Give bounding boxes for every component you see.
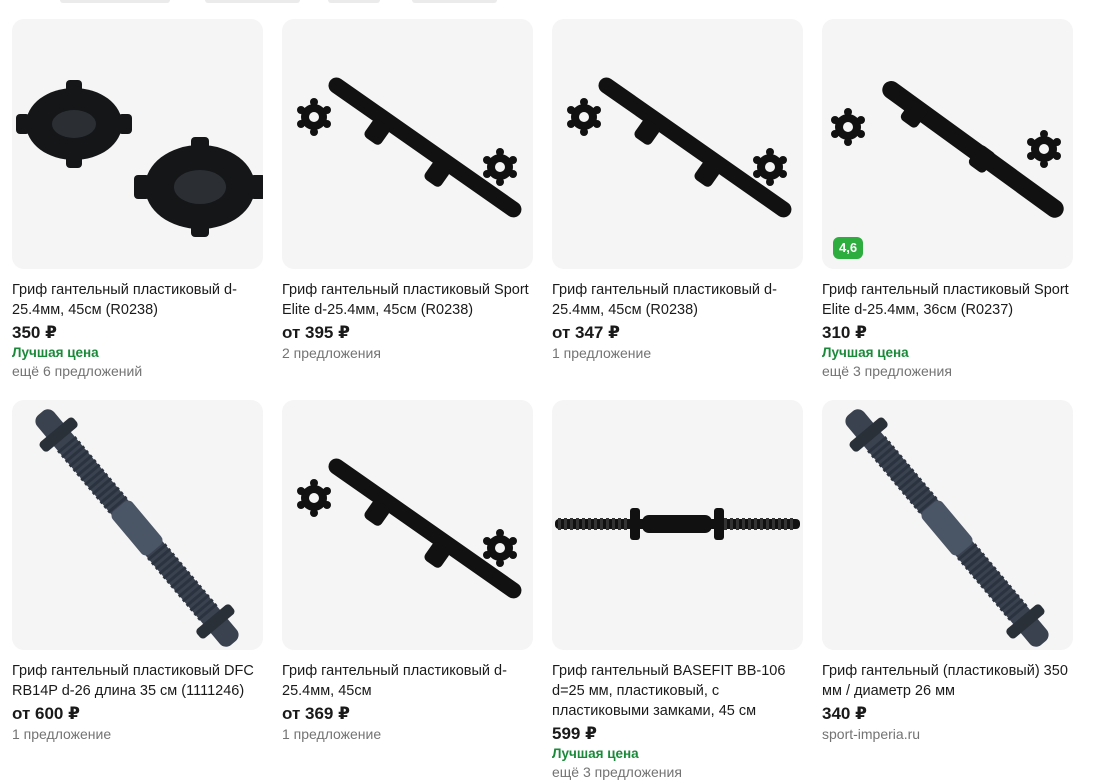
product-card[interactable]: 4,6 Гриф гантельный пластиковый Sport Eli… bbox=[822, 19, 1073, 381]
product-price: 599 ₽ bbox=[552, 724, 597, 743]
product-price: от 395 ₽ bbox=[282, 323, 350, 342]
product-image[interactable] bbox=[12, 400, 263, 650]
product-card[interactable]: Гриф гантельный (пластиковый) 350 мм / д… bbox=[822, 400, 1073, 744]
product-price: от 600 ₽ bbox=[12, 704, 80, 723]
product-price: от 369 ₽ bbox=[282, 704, 350, 723]
product-image[interactable] bbox=[822, 400, 1073, 650]
product-image[interactable] bbox=[282, 19, 533, 269]
offers-link[interactable]: 1 предложение bbox=[282, 725, 533, 744]
product-card[interactable]: Гриф гантельный пластиковый d-25.4мм, 45… bbox=[12, 19, 263, 381]
product-image[interactable] bbox=[12, 19, 263, 269]
product-price: 350 ₽ bbox=[12, 323, 57, 342]
offers-link[interactable]: sport-imperia.ru bbox=[822, 725, 1073, 744]
offers-link[interactable]: 1 предложение bbox=[552, 344, 803, 363]
product-card[interactable]: Гриф гантельный пластиковый d-25.4мм, 45… bbox=[552, 19, 803, 363]
best-price-label: Лучшая цена bbox=[822, 345, 909, 360]
offers-link[interactable]: 2 предложения bbox=[282, 344, 533, 363]
product-image[interactable] bbox=[552, 400, 803, 650]
product-image[interactable]: 4,6 bbox=[822, 19, 1073, 269]
product-title[interactable]: Гриф гантельный BASEFIT BB-106 d=25 мм, … bbox=[552, 661, 803, 721]
product-price: 340 ₽ bbox=[822, 704, 867, 723]
best-price-label: Лучшая цена bbox=[552, 746, 639, 761]
product-title[interactable]: Гриф гантельный пластиковый DFC RB14P d-… bbox=[12, 661, 263, 701]
product-card[interactable]: Гриф гантельный пластиковый d-25.4мм, 45… bbox=[282, 400, 533, 744]
product-title[interactable]: Гриф гантельный пластиковый d-25.4мм, 45… bbox=[282, 661, 533, 701]
offers-link[interactable]: ещё 6 предложений bbox=[12, 362, 263, 381]
product-title[interactable]: Гриф гантельный пластиковый Sport Elite … bbox=[822, 280, 1073, 320]
best-price-label: Лучшая цена bbox=[12, 345, 99, 360]
product-card[interactable]: Гриф гантельный BASEFIT BB-106 d=25 мм, … bbox=[552, 400, 803, 782]
offers-link[interactable]: ещё 3 предложения bbox=[822, 362, 1073, 381]
product-price: от 347 ₽ bbox=[552, 323, 620, 342]
product-title[interactable]: Гриф гантельный пластиковый d-25.4мм, 45… bbox=[552, 280, 803, 320]
offers-link[interactable]: ещё 3 предложения bbox=[552, 763, 803, 782]
product-card[interactable]: Гриф гантельный пластиковый Sport Elite … bbox=[282, 19, 533, 363]
rating-badge: 4,6 bbox=[833, 237, 864, 259]
product-title[interactable]: Гриф гантельный пластиковый Sport Elite … bbox=[282, 280, 533, 320]
product-title[interactable]: Гриф гантельный (пластиковый) 350 мм / д… bbox=[822, 661, 1073, 701]
product-image[interactable] bbox=[552, 19, 803, 269]
offers-link[interactable]: 1 предложение bbox=[12, 725, 263, 744]
product-price: 310 ₽ bbox=[822, 323, 867, 342]
product-card[interactable]: Гриф гантельный пластиковый DFC RB14P d-… bbox=[12, 400, 263, 744]
product-title[interactable]: Гриф гантельный пластиковый d-25.4мм, 45… bbox=[12, 280, 263, 320]
top-filter-strip bbox=[0, 0, 1100, 6]
product-image[interactable] bbox=[282, 400, 533, 650]
